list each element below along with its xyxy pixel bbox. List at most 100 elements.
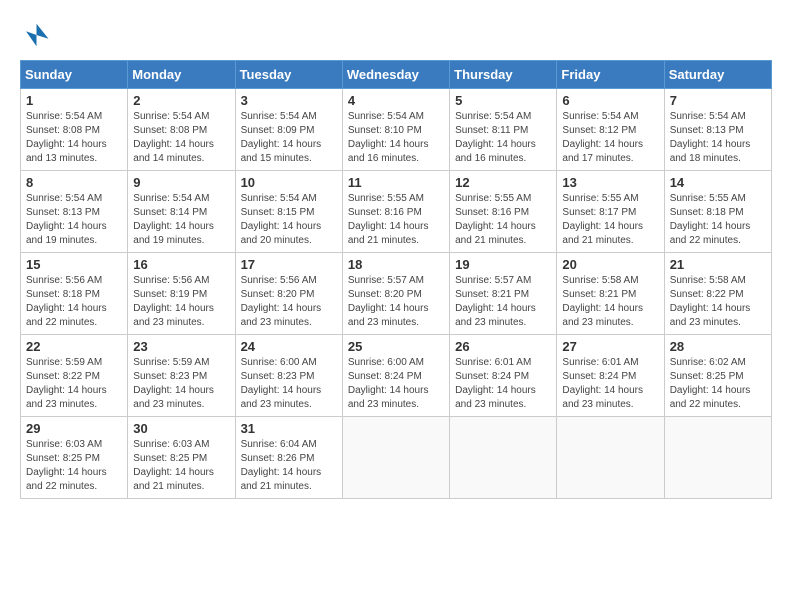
calendar-cell (557, 417, 664, 499)
day-number: 14 (670, 175, 766, 190)
day-info: Sunrise: 5:54 AM Sunset: 8:13 PM Dayligh… (670, 110, 766, 166)
calendar-cell: 1 Sunrise: 5:54 AM Sunset: 8:08 PM Daylig… (21, 89, 128, 171)
day-info: Sunrise: 6:04 AM Sunset: 8:26 PM Dayligh… (241, 438, 337, 494)
day-number: 17 (241, 257, 337, 272)
calendar-cell: 23 Sunrise: 5:59 AM Sunset: 8:23 PM Dayli… (128, 335, 235, 417)
day-number: 24 (241, 339, 337, 354)
calendar-cell: 31 Sunrise: 6:04 AM Sunset: 8:26 PM Dayli… (235, 417, 342, 499)
day-number: 18 (348, 257, 444, 272)
day-info: Sunrise: 5:54 AM Sunset: 8:12 PM Dayligh… (562, 110, 658, 166)
day-info: Sunrise: 6:00 AM Sunset: 8:24 PM Dayligh… (348, 356, 444, 412)
calendar-cell: 26 Sunrise: 6:01 AM Sunset: 8:24 PM Dayli… (450, 335, 557, 417)
day-number: 16 (133, 257, 229, 272)
day-info: Sunrise: 5:56 AM Sunset: 8:19 PM Dayligh… (133, 274, 229, 330)
calendar-cell: 12Sunrise: 5:55 AM Sunset: 8:16 PM Dayli… (450, 171, 557, 253)
calendar-cell: 25Sunrise: 6:00 AM Sunset: 8:24 PM Dayli… (342, 335, 449, 417)
day-info: Sunrise: 5:58 AM Sunset: 8:21 PM Dayligh… (562, 274, 658, 330)
day-number: 4 (348, 93, 444, 108)
day-info: Sunrise: 5:59 AM Sunset: 8:22 PM Dayligh… (26, 356, 122, 412)
day-info: Sunrise: 5:59 AM Sunset: 8:23 PM Dayligh… (133, 356, 229, 412)
calendar-cell: 8Sunrise: 5:54 AM Sunset: 8:13 PM Daylig… (21, 171, 128, 253)
day-info: Sunrise: 5:55 AM Sunset: 8:18 PM Dayligh… (670, 192, 766, 248)
day-info: Sunrise: 5:54 AM Sunset: 8:09 PM Dayligh… (241, 110, 337, 166)
day-number: 3 (241, 93, 337, 108)
day-info: Sunrise: 5:54 AM Sunset: 8:08 PM Dayligh… (133, 110, 229, 166)
calendar-cell: 27 Sunrise: 6:01 AM Sunset: 8:24 PM Dayli… (557, 335, 664, 417)
day-info: Sunrise: 6:01 AM Sunset: 8:24 PM Dayligh… (455, 356, 551, 412)
calendar-week-3: 15 Sunrise: 5:56 AM Sunset: 8:18 PM Dayli… (21, 253, 772, 335)
logo (20, 20, 52, 50)
day-number: 1 (26, 93, 122, 108)
calendar-cell: 28 Sunrise: 6:02 AM Sunset: 8:25 PM Dayli… (664, 335, 771, 417)
calendar-cell: 5 Sunrise: 5:54 AM Sunset: 8:11 PM Daylig… (450, 89, 557, 171)
day-number: 2 (133, 93, 229, 108)
calendar-cell: 13 Sunrise: 5:55 AM Sunset: 8:17 PM Dayli… (557, 171, 664, 253)
day-number: 22 (26, 339, 122, 354)
day-info: Sunrise: 6:01 AM Sunset: 8:24 PM Dayligh… (562, 356, 658, 412)
calendar-cell: 21 Sunrise: 5:58 AM Sunset: 8:22 PM Dayli… (664, 253, 771, 335)
calendar-cell (342, 417, 449, 499)
day-info: Sunrise: 5:56 AM Sunset: 8:20 PM Dayligh… (241, 274, 337, 330)
calendar-cell: 15 Sunrise: 5:56 AM Sunset: 8:18 PM Dayli… (21, 253, 128, 335)
page-header (20, 20, 772, 50)
day-number: 28 (670, 339, 766, 354)
calendar-cell: 19 Sunrise: 5:57 AM Sunset: 8:21 PM Dayli… (450, 253, 557, 335)
calendar-cell: 9Sunrise: 5:54 AM Sunset: 8:14 PM Daylig… (128, 171, 235, 253)
day-number: 7 (670, 93, 766, 108)
day-info: Sunrise: 5:54 AM Sunset: 8:13 PM Dayligh… (26, 192, 122, 248)
calendar-week-4: 22 Sunrise: 5:59 AM Sunset: 8:22 PM Dayli… (21, 335, 772, 417)
day-number: 29 (26, 421, 122, 436)
day-info: Sunrise: 5:58 AM Sunset: 8:22 PM Dayligh… (670, 274, 766, 330)
calendar-cell: 3 Sunrise: 5:54 AM Sunset: 8:09 PM Daylig… (235, 89, 342, 171)
calendar-cell: 20Sunrise: 5:58 AM Sunset: 8:21 PM Dayli… (557, 253, 664, 335)
day-info: Sunrise: 5:55 AM Sunset: 8:16 PM Dayligh… (348, 192, 444, 248)
day-info: Sunrise: 6:00 AM Sunset: 8:23 PM Dayligh… (241, 356, 337, 412)
day-info: Sunrise: 6:03 AM Sunset: 8:25 PM Dayligh… (26, 438, 122, 494)
day-header-wednesday: Wednesday (342, 61, 449, 89)
day-info: Sunrise: 5:54 AM Sunset: 8:11 PM Dayligh… (455, 110, 551, 166)
day-info: Sunrise: 5:57 AM Sunset: 8:20 PM Dayligh… (348, 274, 444, 330)
day-number: 19 (455, 257, 551, 272)
calendar-cell: 30Sunrise: 6:03 AM Sunset: 8:25 PM Dayli… (128, 417, 235, 499)
day-info: Sunrise: 5:54 AM Sunset: 8:08 PM Dayligh… (26, 110, 122, 166)
calendar-week-2: 8Sunrise: 5:54 AM Sunset: 8:13 PM Daylig… (21, 171, 772, 253)
calendar-cell: 6 Sunrise: 5:54 AM Sunset: 8:12 PM Daylig… (557, 89, 664, 171)
day-info: Sunrise: 5:55 AM Sunset: 8:17 PM Dayligh… (562, 192, 658, 248)
day-number: 21 (670, 257, 766, 272)
day-info: Sunrise: 6:03 AM Sunset: 8:25 PM Dayligh… (133, 438, 229, 494)
day-info: Sunrise: 5:55 AM Sunset: 8:16 PM Dayligh… (455, 192, 551, 248)
logo-icon (20, 20, 50, 50)
day-header-sunday: Sunday (21, 61, 128, 89)
calendar-cell: 17 Sunrise: 5:56 AM Sunset: 8:20 PM Dayli… (235, 253, 342, 335)
calendar-cell (664, 417, 771, 499)
day-number: 10 (241, 175, 337, 190)
day-number: 23 (133, 339, 229, 354)
day-info: Sunrise: 5:57 AM Sunset: 8:21 PM Dayligh… (455, 274, 551, 330)
calendar-week-5: 29 Sunrise: 6:03 AM Sunset: 8:25 PM Dayli… (21, 417, 772, 499)
calendar-cell: 29 Sunrise: 6:03 AM Sunset: 8:25 PM Dayli… (21, 417, 128, 499)
calendar-cell: 7 Sunrise: 5:54 AM Sunset: 8:13 PM Daylig… (664, 89, 771, 171)
day-number: 15 (26, 257, 122, 272)
day-header-monday: Monday (128, 61, 235, 89)
calendar-cell: 16 Sunrise: 5:56 AM Sunset: 8:19 PM Dayli… (128, 253, 235, 335)
day-info: Sunrise: 5:54 AM Sunset: 8:15 PM Dayligh… (241, 192, 337, 248)
day-info: Sunrise: 5:54 AM Sunset: 8:10 PM Dayligh… (348, 110, 444, 166)
day-number: 31 (241, 421, 337, 436)
day-number: 26 (455, 339, 551, 354)
day-number: 6 (562, 93, 658, 108)
day-number: 13 (562, 175, 658, 190)
calendar-cell: 24 Sunrise: 6:00 AM Sunset: 8:23 PM Dayli… (235, 335, 342, 417)
day-header-thursday: Thursday (450, 61, 557, 89)
calendar-cell (450, 417, 557, 499)
day-info: Sunrise: 5:56 AM Sunset: 8:18 PM Dayligh… (26, 274, 122, 330)
calendar-cell: 11Sunrise: 5:55 AM Sunset: 8:16 PM Dayli… (342, 171, 449, 253)
calendar-header-row: SundayMondayTuesdayWednesdayThursdayFrid… (21, 61, 772, 89)
day-number: 5 (455, 93, 551, 108)
day-info: Sunrise: 6:02 AM Sunset: 8:25 PM Dayligh… (670, 356, 766, 412)
calendar-cell: 10 Sunrise: 5:54 AM Sunset: 8:15 PM Dayli… (235, 171, 342, 253)
calendar-week-1: 1 Sunrise: 5:54 AM Sunset: 8:08 PM Daylig… (21, 89, 772, 171)
calendar-cell: 14 Sunrise: 5:55 AM Sunset: 8:18 PM Dayli… (664, 171, 771, 253)
calendar-cell: 18 Sunrise: 5:57 AM Sunset: 8:20 PM Dayli… (342, 253, 449, 335)
calendar-cell: 2 Sunrise: 5:54 AM Sunset: 8:08 PM Daylig… (128, 89, 235, 171)
day-number: 27 (562, 339, 658, 354)
